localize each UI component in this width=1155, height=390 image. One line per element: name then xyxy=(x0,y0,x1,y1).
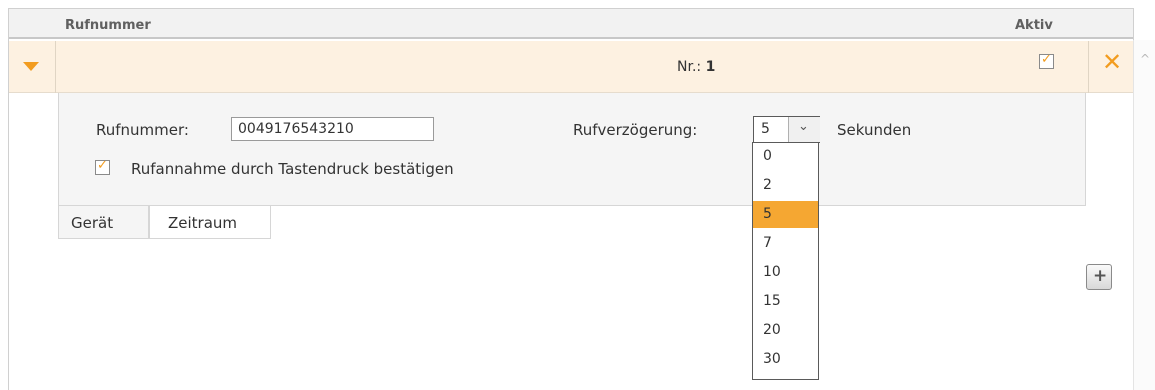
aktiv-checkbox-box[interactable]: ✓ xyxy=(1039,52,1054,69)
add-button[interactable]: + xyxy=(1086,264,1112,290)
tab-zeitraum[interactable]: Zeitraum xyxy=(149,206,271,239)
aktiv-checkbox[interactable]: ✓ xyxy=(1039,52,1054,73)
sekunden-label: Sekunden xyxy=(837,121,912,139)
caret-down-icon xyxy=(23,62,39,71)
plus-icon: + xyxy=(1093,266,1108,286)
dropdown-option[interactable]: 2 xyxy=(753,172,818,199)
dropdown-option[interactable]: 10 xyxy=(753,259,818,286)
entry-number-value: 1 xyxy=(705,59,716,75)
confirm-label[interactable]: Rufannahme durch Tastendruck bestätigen xyxy=(131,160,454,178)
column-header-rufnummer[interactable]: Rufnummer xyxy=(65,18,151,33)
rufverzoegerung-dropdown[interactable]: 0 2 5 7 10 15 20 30 xyxy=(752,142,819,380)
rufverzoegerung-label: Rufverzögerung: xyxy=(573,121,698,139)
select-arrow-button[interactable]: ⌄ xyxy=(788,117,820,142)
column-header-aktiv[interactable]: Aktiv xyxy=(1015,18,1053,33)
scrollbar[interactable] xyxy=(1133,40,1155,390)
expand-toggle-button[interactable] xyxy=(9,41,56,93)
rufverzoegerung-select[interactable]: 5 ⌄ xyxy=(753,116,820,143)
dropdown-option[interactable]: 15 xyxy=(753,288,818,315)
rufverzoegerung-selected-value: 5 xyxy=(761,121,770,137)
dropdown-option[interactable]: 0 xyxy=(753,143,818,170)
dropdown-option[interactable]: 7 xyxy=(753,230,818,257)
scroll-up-icon[interactable]: ^ xyxy=(1140,52,1150,66)
rufnummer-label: Rufnummer: xyxy=(96,121,189,139)
entry-number-label: Nr.: 1 xyxy=(677,59,715,75)
dropdown-option[interactable]: 30 xyxy=(753,346,818,373)
confirm-checkbox[interactable]: ✓ xyxy=(95,158,110,179)
delete-button[interactable]: ✕ xyxy=(1088,41,1133,93)
detail-panel: Rufnummer: Rufverzögerung: 5 ⌄ Sekunden … xyxy=(58,93,1086,206)
dropdown-option[interactable]: 20 xyxy=(753,317,818,344)
checkmark-icon: ✓ xyxy=(1041,52,1052,67)
close-icon: ✕ xyxy=(1102,48,1123,76)
confirm-checkbox-box[interactable]: ✓ xyxy=(95,158,110,175)
rufnummer-input[interactable] xyxy=(231,117,434,141)
tab-geraet[interactable]: Gerät xyxy=(58,206,149,239)
entry-row[interactable]: Nr.: 1 ✓ ✕ xyxy=(9,41,1133,93)
checkmark-icon: ✓ xyxy=(97,158,108,173)
chevron-down-icon: ⌄ xyxy=(798,119,809,134)
table-header: Rufnummer Aktiv xyxy=(9,9,1133,39)
entry-number-prefix: Nr.: xyxy=(677,59,702,75)
dropdown-option-selected[interactable]: 5 xyxy=(753,201,818,228)
